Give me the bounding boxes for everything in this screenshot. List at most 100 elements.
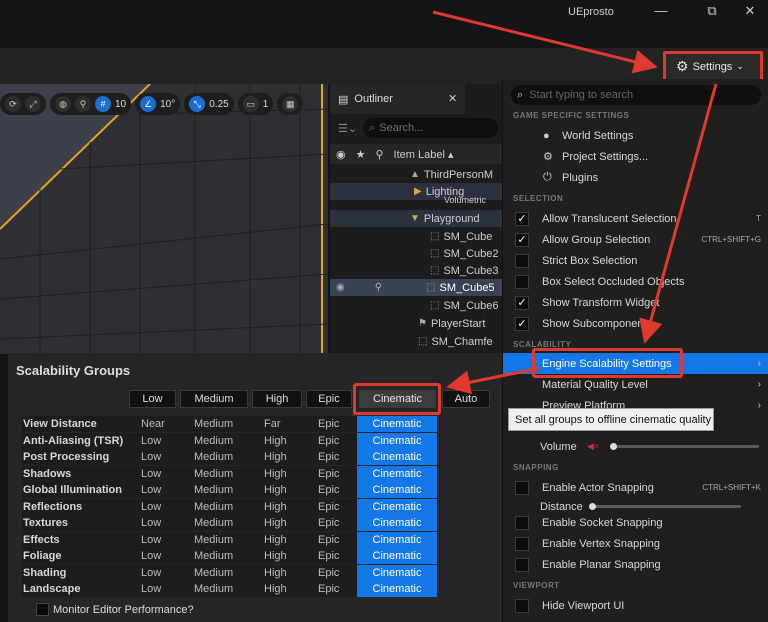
scalability-level-cell[interactable]: High	[264, 567, 287, 579]
menu-item-selection-option[interactable]: ✓ Allow Translucent Selection T	[503, 208, 768, 229]
menu-item-selection-option[interactable]: Box Select Occluded Objects	[503, 271, 768, 292]
menu-item-project-settings[interactable]: ⚙ Project Settings...	[503, 146, 768, 167]
scalability-level-cell[interactable]: Epic	[318, 435, 339, 447]
scale-snap-value[interactable]: 0.25	[209, 99, 228, 110]
scalability-level-cell[interactable]: Epic	[318, 567, 339, 579]
checkbox-checked[interactable]: ✓	[515, 211, 529, 226]
checkbox-checked[interactable]: ✓	[515, 232, 529, 247]
scalability-level-cell[interactable]: Epic	[318, 550, 339, 562]
scalability-level-cell[interactable]: Low	[141, 517, 161, 529]
menu-item-snapping-option[interactable]: Enable Actor Snapping CTRL+SHIFT+K	[503, 477, 768, 498]
volume-slider-handle[interactable]	[610, 443, 617, 450]
scalability-level-cell[interactable]: Medium	[194, 534, 233, 546]
checkbox[interactable]	[515, 253, 529, 268]
scale-icon[interactable]: ⤢	[25, 96, 41, 112]
tab-outliner[interactable]: ▤ Outliner	[330, 84, 465, 114]
scalability-level-cell[interactable]: Cinematic	[357, 515, 437, 531]
close-button[interactable]: ✕	[735, 2, 765, 20]
scalability-level-cell[interactable]: High	[264, 517, 287, 529]
checkbox-checked[interactable]: ✓	[515, 316, 529, 331]
level-auto-button[interactable]: Auto	[442, 390, 490, 408]
scalability-level-cell[interactable]: Cinematic	[357, 564, 437, 581]
layout-icon[interactable]: ▦	[282, 96, 299, 112]
scalability-level-cell[interactable]: Near	[141, 418, 165, 430]
globe-icon[interactable]: ◍	[55, 96, 71, 112]
menu-item-snapping-option[interactable]: Enable Planar Snapping	[503, 554, 768, 575]
scalability-level-cell[interactable]: Low	[141, 534, 161, 546]
scalability-level-cell[interactable]: Cinematic	[357, 416, 437, 432]
menu-search-input[interactable]: ⌕ Start typing to search	[511, 85, 761, 105]
angle-icon[interactable]: ∠	[140, 96, 157, 112]
checkbox[interactable]	[515, 274, 529, 289]
list-item[interactable]: ▲ ThirdPersonM	[330, 166, 502, 183]
grid-snap-icon[interactable]: #	[95, 96, 111, 112]
checkbox[interactable]	[515, 536, 529, 551]
pin-icon[interactable]: ⚲	[375, 282, 382, 293]
scalability-level-cell[interactable]: Low	[141, 583, 161, 595]
menu-item-snapping-option[interactable]: Enable Socket Snapping	[503, 512, 768, 533]
scalability-level-cell[interactable]: Low	[141, 501, 161, 513]
menu-item-plugins[interactable]: ⏻ Plugins	[503, 167, 768, 188]
menu-item-hide-viewport-ui[interactable]: Hide Viewport UI	[503, 595, 768, 616]
scalability-level-cell[interactable]: Medium	[194, 451, 233, 463]
distance-slider[interactable]	[591, 505, 741, 508]
scale-snap-icon[interactable]: ⤡	[189, 96, 206, 112]
scalability-level-cell[interactable]: Cinematic	[357, 581, 437, 597]
minimize-button[interactable]: —	[646, 2, 676, 20]
list-item[interactable]: ⬚ SM_Cube	[330, 228, 502, 245]
scalability-level-cell[interactable]: Cinematic	[357, 432, 437, 449]
list-item[interactable]: Volumetric	[330, 195, 502, 205]
scalability-level-cell[interactable]: Low	[141, 567, 161, 579]
scalability-level-cell[interactable]: Cinematic	[357, 482, 437, 498]
scalability-level-cell[interactable]: Medium	[194, 567, 233, 579]
scalability-level-cell[interactable]: Low	[141, 484, 161, 496]
scalability-level-cell[interactable]: Cinematic	[357, 498, 437, 515]
eye-icon[interactable]: ◉	[336, 282, 345, 293]
list-item[interactable]: ⚑ PlayerStart	[330, 315, 502, 332]
scalability-level-cell[interactable]: Low	[141, 468, 161, 480]
pin-icon[interactable]: ⚲	[375, 148, 383, 161]
speaker-muted-icon[interactable]: ◀×	[587, 441, 599, 452]
scalability-level-cell[interactable]: Cinematic	[357, 548, 437, 564]
list-item[interactable]: ▼ Playground	[330, 210, 502, 227]
scalability-level-cell[interactable]: Cinematic	[357, 531, 437, 548]
scalability-level-cell[interactable]: Epic	[318, 468, 339, 480]
scalability-level-cell[interactable]: High	[264, 583, 287, 595]
scalability-level-cell[interactable]: Far	[264, 418, 281, 430]
distance-slider-handle[interactable]	[589, 503, 596, 510]
scalability-level-cell[interactable]: High	[264, 501, 287, 513]
scalability-level-cell[interactable]: High	[264, 550, 287, 562]
level-low-button[interactable]: Low	[129, 390, 176, 408]
camera-speed-value[interactable]: 1	[263, 99, 269, 110]
scalability-level-cell[interactable]: High	[264, 468, 287, 480]
level-medium-button[interactable]: Medium	[180, 390, 248, 408]
volume-control[interactable]: Volume ◀×	[503, 436, 768, 457]
menu-item-selection-option[interactable]: ✓ Show Subcomponents	[503, 313, 768, 334]
scalability-level-cell[interactable]: Epic	[318, 451, 339, 463]
rotate-icon[interactable]: ⟳	[5, 96, 21, 112]
checkbox[interactable]	[515, 515, 529, 530]
scalability-level-cell[interactable]: Low	[141, 435, 161, 447]
scalability-level-cell[interactable]: High	[264, 451, 287, 463]
checkbox-checked[interactable]: ✓	[515, 295, 529, 310]
list-item[interactable]: ⬚ SM_Cube6	[330, 297, 502, 314]
grid-snap-value[interactable]: 10	[115, 99, 126, 110]
scalability-level-cell[interactable]: Medium	[194, 484, 233, 496]
maximize-button[interactable]: ⧉	[697, 2, 727, 20]
eye-icon[interactable]: ◉	[336, 148, 346, 161]
scalability-level-cell[interactable]: Medium	[194, 583, 233, 595]
scalability-level-cell[interactable]: High	[264, 435, 287, 447]
scalability-level-cell[interactable]: Epic	[318, 484, 339, 496]
volume-slider[interactable]	[611, 445, 759, 448]
scalability-level-cell[interactable]: Epic	[318, 517, 339, 529]
scalability-level-cell[interactable]: Medium	[194, 435, 233, 447]
scalability-level-cell[interactable]: Medium	[194, 468, 233, 480]
scalability-level-cell[interactable]: Epic	[318, 418, 339, 430]
list-item[interactable]: ⬚ SM_Cube2	[330, 245, 502, 262]
star-icon[interactable]: ★	[356, 148, 366, 161]
checkbox[interactable]	[515, 480, 529, 495]
close-icon[interactable]: ✕	[448, 92, 457, 105]
outliner-search-input[interactable]: ⌕ Search...	[363, 118, 498, 138]
scalability-level-cell[interactable]: Medium	[194, 517, 233, 529]
item-label-column[interactable]: Item Label ▴	[394, 148, 454, 161]
